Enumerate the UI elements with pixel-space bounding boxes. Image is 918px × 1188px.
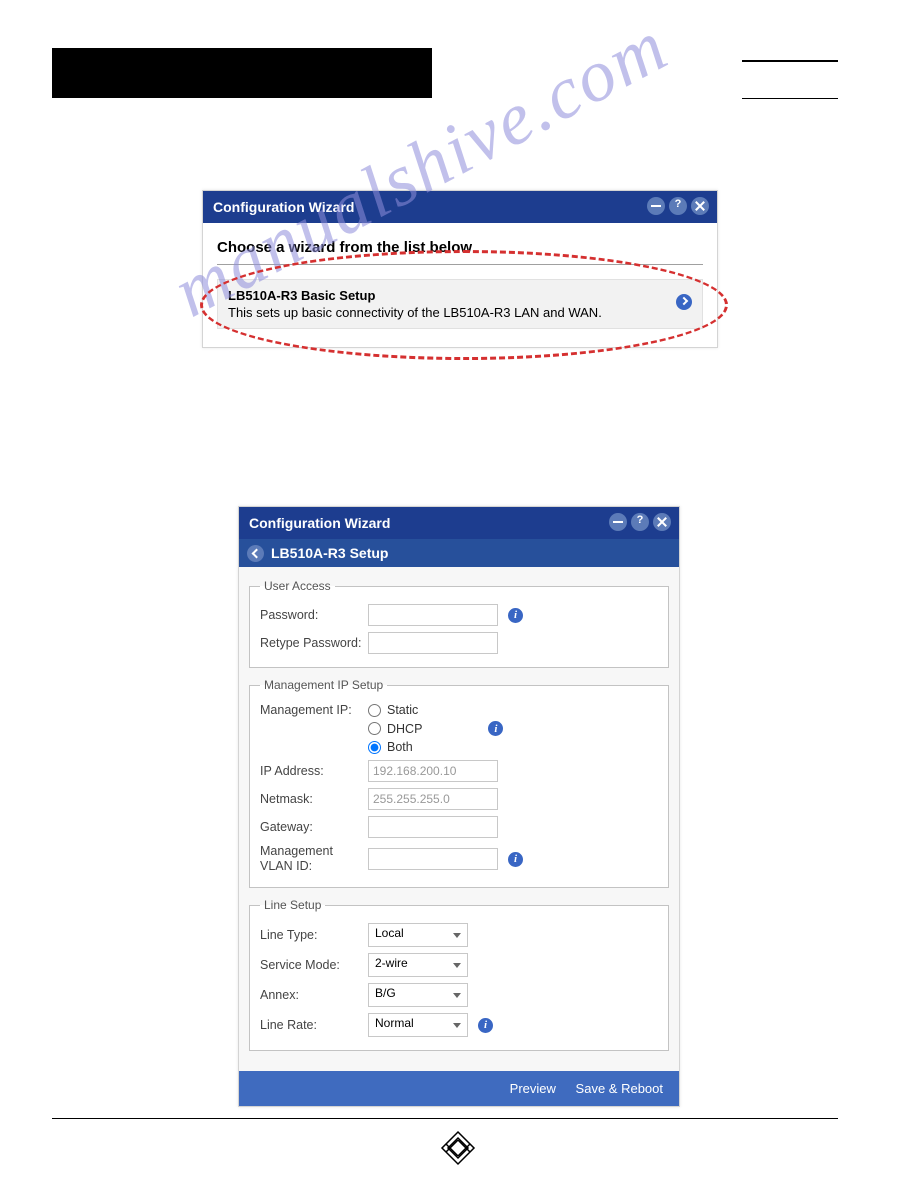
save-reboot-button[interactable]: Save & Reboot (576, 1081, 663, 1096)
service-mode-select[interactable]: 2-wire (368, 953, 468, 977)
gateway-label: Gateway: (260, 820, 368, 834)
go-icon[interactable] (676, 294, 692, 310)
line-rate-label: Line Rate: (260, 1018, 368, 1032)
gateway-input[interactable] (368, 816, 498, 838)
dialog-header: Configuration Wizard (203, 191, 717, 223)
annex-label: Annex: (260, 988, 368, 1002)
password-label: Password: (260, 608, 368, 622)
line-rate-select[interactable]: Normal (368, 1013, 468, 1037)
radio-static[interactable] (368, 704, 381, 717)
help-icon[interactable] (631, 513, 649, 531)
service-mode-label: Service Mode: (260, 958, 368, 972)
help-icon[interactable] (669, 197, 687, 215)
close-icon[interactable] (653, 513, 671, 531)
mgmt-vlan-input[interactable] (368, 848, 498, 870)
config-wizard-chooser-dialog: Configuration Wizard Choose a wizard fro… (202, 190, 718, 348)
netmask-input[interactable] (368, 788, 498, 810)
wizard-item-desc: This sets up basic connectivity of the L… (228, 305, 602, 320)
dialog-title: Configuration Wizard (213, 199, 354, 215)
netmask-label: Netmask: (260, 792, 368, 806)
info-icon[interactable]: i (508, 608, 523, 623)
dialog-subheader: LB510A-R3 Setup (239, 539, 679, 567)
dialog-title: Configuration Wizard (249, 515, 390, 531)
legend-user-access: User Access (260, 579, 335, 593)
ip-address-label: IP Address: (260, 764, 368, 778)
radio-dhcp-label: DHCP (387, 722, 422, 736)
line-type-label: Line Type: (260, 928, 368, 942)
line-type-select[interactable]: Local (368, 923, 468, 947)
annex-select[interactable]: B/G (368, 983, 468, 1007)
dialog-subtitle: LB510A-R3 Setup (271, 545, 388, 561)
legend-management-ip: Management IP Setup (260, 678, 387, 692)
back-icon[interactable] (247, 545, 264, 562)
info-icon[interactable]: i (508, 852, 523, 867)
management-ip-label: Management IP: (260, 703, 368, 717)
minimize-icon[interactable] (647, 197, 665, 215)
retype-password-input[interactable] (368, 632, 498, 654)
header-black-bar (52, 48, 432, 98)
wizard-item-title: LB510A-R3 Basic Setup (228, 288, 666, 303)
fieldset-user-access: User Access Password: i Retype Password: (249, 579, 669, 668)
minimize-icon[interactable] (609, 513, 627, 531)
close-icon[interactable] (691, 197, 709, 215)
config-wizard-setup-dialog: Configuration Wizard LB510A-R3 Setup Use… (238, 506, 680, 1107)
radio-both[interactable] (368, 741, 381, 754)
black-box-logo-icon (440, 1130, 476, 1171)
info-icon[interactable]: i (478, 1018, 493, 1033)
divider (217, 264, 703, 265)
dialog-footer: Preview Save & Reboot (239, 1071, 679, 1106)
legend-line-setup: Line Setup (260, 898, 325, 912)
header-rule-top (742, 60, 838, 62)
footer-rule (52, 1118, 838, 1119)
ip-address-input[interactable] (368, 760, 498, 782)
preview-button[interactable]: Preview (510, 1081, 556, 1096)
info-icon[interactable]: i (488, 721, 503, 736)
radio-both-label: Both (387, 740, 413, 754)
password-input[interactable] (368, 604, 498, 626)
header-rule-bottom (742, 98, 838, 99)
choose-wizard-heading: Choose a wizard from the list below (217, 239, 703, 256)
wizard-item-basic-setup[interactable]: LB510A-R3 Basic Setup This sets up basic… (217, 279, 703, 329)
fieldset-line-setup: Line Setup Line Type: Local Service Mode… (249, 898, 669, 1051)
radio-dhcp[interactable] (368, 722, 381, 735)
mgmt-vlan-label: Management VLAN ID: (260, 844, 368, 874)
fieldset-management-ip: Management IP Setup Management IP: Stati… (249, 678, 669, 888)
dialog-header: Configuration Wizard (239, 507, 679, 539)
radio-static-label: Static (387, 703, 418, 717)
retype-password-label: Retype Password: (260, 636, 368, 651)
